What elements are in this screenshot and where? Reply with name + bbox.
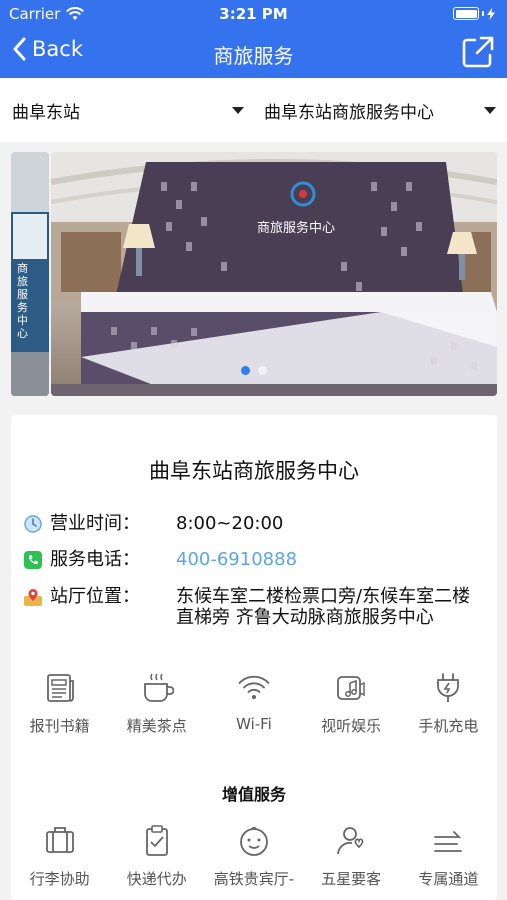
value-added-item[interactable]: 五星要客 xyxy=(303,824,400,889)
service-center-card: 曲阜东站商旅服务中心 营业时间： 8:00~20:00 服务电话： 400-69… xyxy=(11,415,497,900)
service-center-title: 曲阜东站商旅服务中心 xyxy=(149,459,359,483)
wifi-icon xyxy=(238,675,270,699)
location-value: 东候车室二楼检票口旁/东候车室二楼直梯旁 齐鲁大动脉商旅服务中心 xyxy=(176,586,471,628)
charging-plug-icon xyxy=(437,673,460,702)
station-dropdown[interactable]: 曲阜东站 xyxy=(12,98,244,123)
music-note-icon xyxy=(337,676,365,700)
baby-face-icon xyxy=(240,826,268,856)
facilities-grid: 报刊书籍 精美茶点 Wi-Fi 视听娱乐 手机充电 xyxy=(11,671,497,736)
business-hours-row: 营业时间： 8:00~20:00 xyxy=(24,513,478,534)
carousel-dot[interactable] xyxy=(258,366,267,375)
value-added-grid: 行李协助 快递代办 高铁贵宾厅- 五星要客 专属通道 xyxy=(11,824,497,889)
facility-label: 精美茶点 xyxy=(126,717,187,735)
caret-down-icon xyxy=(484,107,496,114)
value-added-label: 行李协助 xyxy=(29,870,90,888)
newspaper-icon xyxy=(46,674,74,702)
carousel-dot[interactable] xyxy=(241,366,250,375)
coffee-cup-icon xyxy=(143,673,174,702)
charging-bolt-icon xyxy=(487,7,495,20)
facility-label: 手机充电 xyxy=(418,717,479,735)
value-added-item[interactable]: 高铁贵宾厅- xyxy=(205,824,302,889)
service-center-dropdown[interactable]: 曲阜东站商旅服务中心 xyxy=(264,98,496,123)
page-title: 商旅服务 xyxy=(213,44,294,68)
phone-icon xyxy=(24,551,42,569)
exclusive-lane-icon xyxy=(434,831,463,852)
business-hours-label: 营业时间： xyxy=(50,513,140,534)
carousel-indicator xyxy=(11,366,497,375)
facility-item[interactable]: 报刊书籍 xyxy=(11,671,108,736)
value-added-item[interactable]: 专属通道 xyxy=(400,824,497,889)
service-center-photo: 商旅服务中心 xyxy=(51,152,497,396)
facility-label: 报刊书籍 xyxy=(29,717,90,735)
station-dropdown-value: 曲阜东站 xyxy=(12,103,80,123)
facility-item[interactable]: 手机充电 xyxy=(400,671,497,736)
location-label: 站厅位置： xyxy=(50,586,140,607)
status-bar: Carrier 3:21 PM xyxy=(0,0,507,28)
location-row: 站厅位置： 东候车室二楼检票口旁/东候车室二楼直梯旁 齐鲁大动脉商旅服务中心 xyxy=(24,586,478,628)
clipboard-check-icon xyxy=(145,825,168,856)
vip-person-icon xyxy=(337,827,364,855)
carousel-prev-slide[interactable]: 商旅服务中心 xyxy=(11,152,49,396)
service-desk-image: 商旅服务中心 xyxy=(51,152,497,396)
clock-icon xyxy=(24,515,42,533)
facility-label: 视听娱乐 xyxy=(321,717,382,735)
value-added-label: 高铁贵宾厅- xyxy=(213,870,295,888)
service-phone-link[interactable]: 400-6910888 xyxy=(176,549,478,570)
value-added-label: 快递代办 xyxy=(126,870,187,888)
battery-icon xyxy=(453,7,495,20)
service-center-dropdown-value: 曲阜东站商旅服务中心 xyxy=(264,103,434,123)
facility-item[interactable]: Wi-Fi xyxy=(205,671,302,736)
location-pin-icon xyxy=(24,589,42,606)
luggage-icon xyxy=(45,827,74,853)
share-button[interactable] xyxy=(461,35,495,69)
facility-item[interactable]: 精美茶点 xyxy=(108,671,205,736)
business-hours-value: 8:00~20:00 xyxy=(176,513,284,534)
photo-carousel[interactable]: 商旅服务中心 商旅服务中心 xyxy=(11,152,497,396)
station-selector-bar: 曲阜东站 曲阜东站商旅服务中心 xyxy=(0,78,507,142)
sign-text: 商旅服务中心 xyxy=(257,220,335,236)
caret-down-icon xyxy=(232,107,244,114)
facility-label: Wi-Fi xyxy=(236,715,272,733)
value-added-item[interactable]: 快递代办 xyxy=(108,824,205,889)
value-added-label: 专属通道 xyxy=(418,870,479,888)
service-phone-row: 服务电话： 400-6910888 xyxy=(24,549,478,570)
value-added-item[interactable]: 行李协助 xyxy=(11,824,108,889)
value-added-label: 五星要客 xyxy=(321,870,382,888)
side-sign-text: 商旅服务中心 xyxy=(17,262,28,340)
value-added-title: 增值服务 xyxy=(221,785,286,804)
facility-item[interactable]: 视听娱乐 xyxy=(303,671,400,736)
clock: 3:21 PM xyxy=(219,5,288,23)
service-phone-label: 服务电话： xyxy=(50,549,140,570)
nav-bar: Back 商旅服务 xyxy=(0,28,507,78)
